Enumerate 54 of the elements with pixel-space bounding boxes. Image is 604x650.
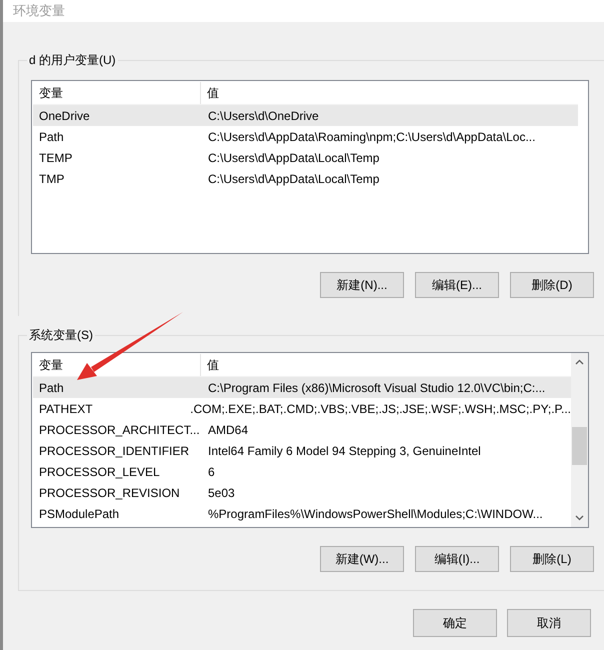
variable-name: PROCESSOR_REVISION (39, 486, 180, 500)
variable-name: PSModulePath (39, 506, 120, 520)
variable-value: C:\Users\d\AppData\Local\Temp (208, 172, 380, 186)
variable-row[interactable]: Path C:\Users\d\AppData\Roaming\npm;C:\Users\d\AppData\Loc... (33, 126, 578, 147)
variable-value: C:\Users\d\AppData\Roaming\npm;C:\Users\d\AppData\Loc... (208, 130, 536, 144)
column-header[interactable]: 值 (207, 356, 219, 374)
variable-row[interactable]: PROCESSOR_ARCHITECT... AMD64 (33, 419, 571, 440)
variable-row[interactable]: PATHEXT .COM;.EXE;.BAT;.CMD;.VBS;.VBE;.JS;.JSE;.WSF;.WSH;.MSC;.PY;.P... (33, 398, 571, 419)
variable-value: .COM;.EXE;.BAT;.CMD;.VBS;.VBE;.JS;.JSE;.WSF;.WSH;.MSC;.PY;.P... (190, 402, 571, 416)
list-button[interactable]: 编辑(E)... (415, 272, 499, 298)
list-button[interactable]: 新建(W)... (320, 546, 404, 572)
variable-row[interactable]: Path C:\Program Files (x86)\Microsoft Visual Studio 12.0\VC\bin;C:... (33, 377, 571, 398)
variable-name: OneDrive (39, 108, 90, 122)
variable-name: TEMP (39, 150, 72, 164)
variable-row[interactable]: TMP C:\Users\d\AppData\Local\Temp (33, 168, 578, 189)
variable-name: TMP (39, 172, 64, 186)
ok-button[interactable]: 确定 (413, 609, 497, 637)
variable-name: PROCESSOR_LEVEL (39, 464, 160, 478)
variable-row[interactable]: PROCESSOR_REVISION 5e03 (33, 482, 571, 503)
variable-name: Path (39, 380, 64, 394)
scroll-down-icon[interactable] (575, 515, 584, 521)
variable-row[interactable]: PROCESSOR_LEVEL 6 (33, 461, 571, 482)
variable-value: C:\Users\d\AppData\Local\Temp (208, 150, 380, 164)
column-header[interactable]: 变量 (39, 356, 63, 374)
variable-name: PATHEXT (39, 402, 93, 416)
list-button[interactable]: 删除(D) (510, 272, 594, 298)
list-button[interactable]: 删除(L) (510, 546, 594, 572)
variable-row[interactable]: PSModulePath %ProgramFiles%\WindowsPowerShell\Modules;C:\WINDOW... (33, 503, 571, 524)
variable-row[interactable]: OneDrive C:\Users\d\OneDrive (33, 105, 578, 126)
variable-list[interactable]: 变量 值 OneDrive C:\Users\d\OneDrive Path C:\Users\d\AppData\Roaming\npm;C:\Users\d\AppData\Loc... TEMP C:\Users\d\AppData\Local\Temp TMP C:\Users\d\AppData\Local\Temp (31, 80, 589, 254)
variable-row[interactable]: PROCESSOR_IDENTIFIER Intel64 Family 6 Model 94 Stepping 3, GenuineIntel (33, 440, 571, 461)
variable-value: 6 (208, 464, 215, 478)
scroll-thumb[interactable] (572, 427, 587, 465)
group-title: d 的用户变量(U) (27, 52, 118, 68)
scrollbar[interactable] (571, 353, 588, 527)
window-title: 环境变量 (13, 2, 65, 20)
variable-name: PROCESSOR_IDENTIFIER (39, 444, 190, 458)
variable-row[interactable]: TEMP C:\Users\d\AppData\Local\Temp (33, 147, 578, 168)
group-title: 系统变量(S) (27, 327, 95, 343)
scroll-up-icon[interactable] (575, 359, 584, 365)
cancel-button[interactable]: 取消 (507, 609, 591, 637)
variable-value: Intel64 Family 6 Model 94 Stepping 3, GenuineIntel (208, 444, 481, 458)
variable-value: AMD64 (208, 422, 248, 436)
variable-value: 5e03 (208, 486, 235, 500)
variable-name: PROCESSOR_ARCHITECT... (39, 422, 200, 436)
column-header[interactable]: 变量 (39, 84, 63, 102)
variable-name: Path (39, 130, 64, 144)
list-button[interactable]: 编辑(I)... (415, 546, 499, 572)
list-button[interactable]: 新建(N)... (320, 272, 404, 298)
column-header[interactable]: 值 (207, 84, 219, 102)
variable-value: C:\Program Files (x86)\Microsoft Visual Studio 12.0\VC\bin;C:... (208, 380, 546, 394)
variable-value: %ProgramFiles%\WindowsPowerShell\Modules;C:\WINDOW... (208, 506, 543, 520)
variable-list[interactable] (31, 352, 589, 528)
variable-value: C:\Users\d\OneDrive (208, 108, 319, 122)
